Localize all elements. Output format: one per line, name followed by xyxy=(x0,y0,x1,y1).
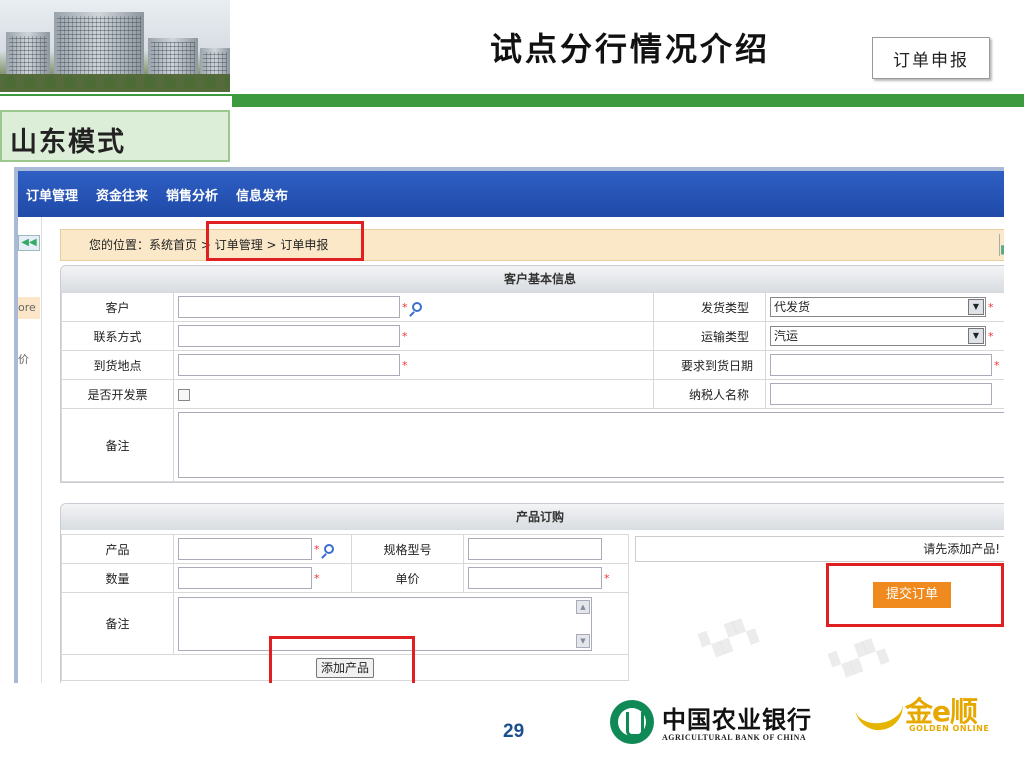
remark-textarea[interactable] xyxy=(178,412,1004,478)
taxpayer-input[interactable] xyxy=(770,383,992,405)
transport-type-select[interactable]: 汽运 ▼ xyxy=(770,326,986,346)
watermark-pattern: ▚▞▚ xyxy=(827,635,890,681)
product-remark-label: 备注 xyxy=(61,592,174,655)
nav-item-info-publish[interactable]: 信息发布 xyxy=(236,185,288,204)
green-rule xyxy=(232,94,1024,107)
calendar-icon[interactable]: ▮ xyxy=(999,234,1004,256)
product-panel-title: 产品订购 xyxy=(61,504,1004,530)
breadcrumb-prefix: 您的位置：系统首页 xyxy=(89,238,198,252)
required-mark: * xyxy=(402,329,408,343)
golden-online-swoosh-icon xyxy=(854,696,906,734)
customer-info-panel: 客户基本信息 客户 * 发货类型 代发货 ▼ * 联系方式 * 运输类型 汽运 ▼ * xyxy=(60,265,1004,483)
product-input[interactable] xyxy=(178,538,312,560)
app-screenshot: 订单管理 资金往来 销售分析 信息发布 ◀◀ ore 价 您的位置：系统首页 >… xyxy=(14,167,1004,683)
order-report-tag: 订单申报 xyxy=(872,37,990,79)
arrival-date-label: 要求到货日期 xyxy=(653,350,766,380)
bank-name-en: AGRICULTURAL BANK OF CHINA xyxy=(662,733,807,742)
bank-name-cn: 中国农业银行 xyxy=(662,705,812,734)
required-mark: * xyxy=(314,542,320,556)
left-sidebar: ◀◀ ore 价 xyxy=(18,217,42,683)
customer-label: 客户 xyxy=(61,292,174,322)
watermark-pattern: ▚▞▚ xyxy=(697,615,760,661)
green-rule-left xyxy=(0,94,232,96)
spec-input[interactable] xyxy=(468,538,602,560)
required-mark: * xyxy=(988,300,994,314)
invoice-checkbox[interactable] xyxy=(178,388,190,401)
delivery-type-value: 代发货 xyxy=(774,300,811,314)
top-nav: 订单管理 资金往来 销售分析 信息发布 xyxy=(18,171,1004,217)
page-number: 29 xyxy=(503,721,525,742)
arrival-date-input[interactable] xyxy=(770,354,992,376)
abc-bank-logo-icon xyxy=(610,700,654,744)
chevron-down-icon[interactable]: ▼ xyxy=(968,299,984,315)
search-icon[interactable] xyxy=(323,544,334,554)
product-label: 产品 xyxy=(61,534,174,564)
quantity-label: 数量 xyxy=(61,563,174,593)
invoice-label: 是否开发票 xyxy=(61,379,174,409)
customer-input[interactable] xyxy=(178,296,400,318)
required-mark: * xyxy=(402,358,408,372)
required-mark: * xyxy=(994,358,1000,372)
contact-label: 联系方式 xyxy=(61,321,174,351)
sidebar-price: 价 xyxy=(18,353,29,366)
chevron-down-icon[interactable]: ▼ xyxy=(968,328,984,344)
highlight-breadcrumb xyxy=(206,221,364,261)
sidebar-more[interactable]: ore xyxy=(18,297,40,319)
scroll-up-icon[interactable]: ▲ xyxy=(576,599,590,614)
price-label: 单价 xyxy=(351,563,464,593)
golden-online-en: GOLDEN ONLINE xyxy=(909,724,990,733)
highlight-add-product xyxy=(269,636,415,683)
search-icon[interactable] xyxy=(411,302,422,312)
collapse-arrow-icon[interactable]: ◀◀ xyxy=(18,235,40,251)
required-mark: * xyxy=(988,329,994,343)
required-mark: * xyxy=(604,571,610,585)
customer-panel-title: 客户基本信息 xyxy=(61,266,1004,292)
quantity-input[interactable] xyxy=(178,567,312,589)
scroll-down-icon[interactable]: ▼ xyxy=(576,633,590,648)
transport-type-value: 汽运 xyxy=(774,329,799,343)
required-mark: * xyxy=(402,300,408,314)
transport-type-label: 运输类型 xyxy=(653,321,766,351)
remark-label: 备注 xyxy=(61,408,174,482)
price-input[interactable] xyxy=(468,567,602,589)
slide-title: 试点分行情况介绍 xyxy=(490,30,771,68)
address-input[interactable] xyxy=(178,354,400,376)
nav-item-sales-analysis[interactable]: 销售分析 xyxy=(166,185,218,204)
header-photo xyxy=(0,0,232,92)
breadcrumb: 您的位置：系统首页 > 订单管理 > 订单申报 ▮ xyxy=(60,229,1004,261)
spec-label: 规格型号 xyxy=(351,534,464,564)
address-label: 到货地点 xyxy=(61,350,174,380)
highlight-submit xyxy=(826,563,1004,627)
delivery-type-select[interactable]: 代发货 ▼ xyxy=(770,297,986,317)
delivery-type-label: 发货类型 xyxy=(653,292,766,322)
taxpayer-label: 纳税人名称 xyxy=(653,379,766,409)
product-hint: 请先添加产品! xyxy=(635,536,1004,562)
required-mark: * xyxy=(314,571,320,585)
nav-item-order-management[interactable]: 订单管理 xyxy=(26,185,78,204)
nav-item-funds[interactable]: 资金往来 xyxy=(96,185,148,204)
mode-title: 山东模式 xyxy=(0,110,230,162)
contact-input[interactable] xyxy=(178,325,400,347)
